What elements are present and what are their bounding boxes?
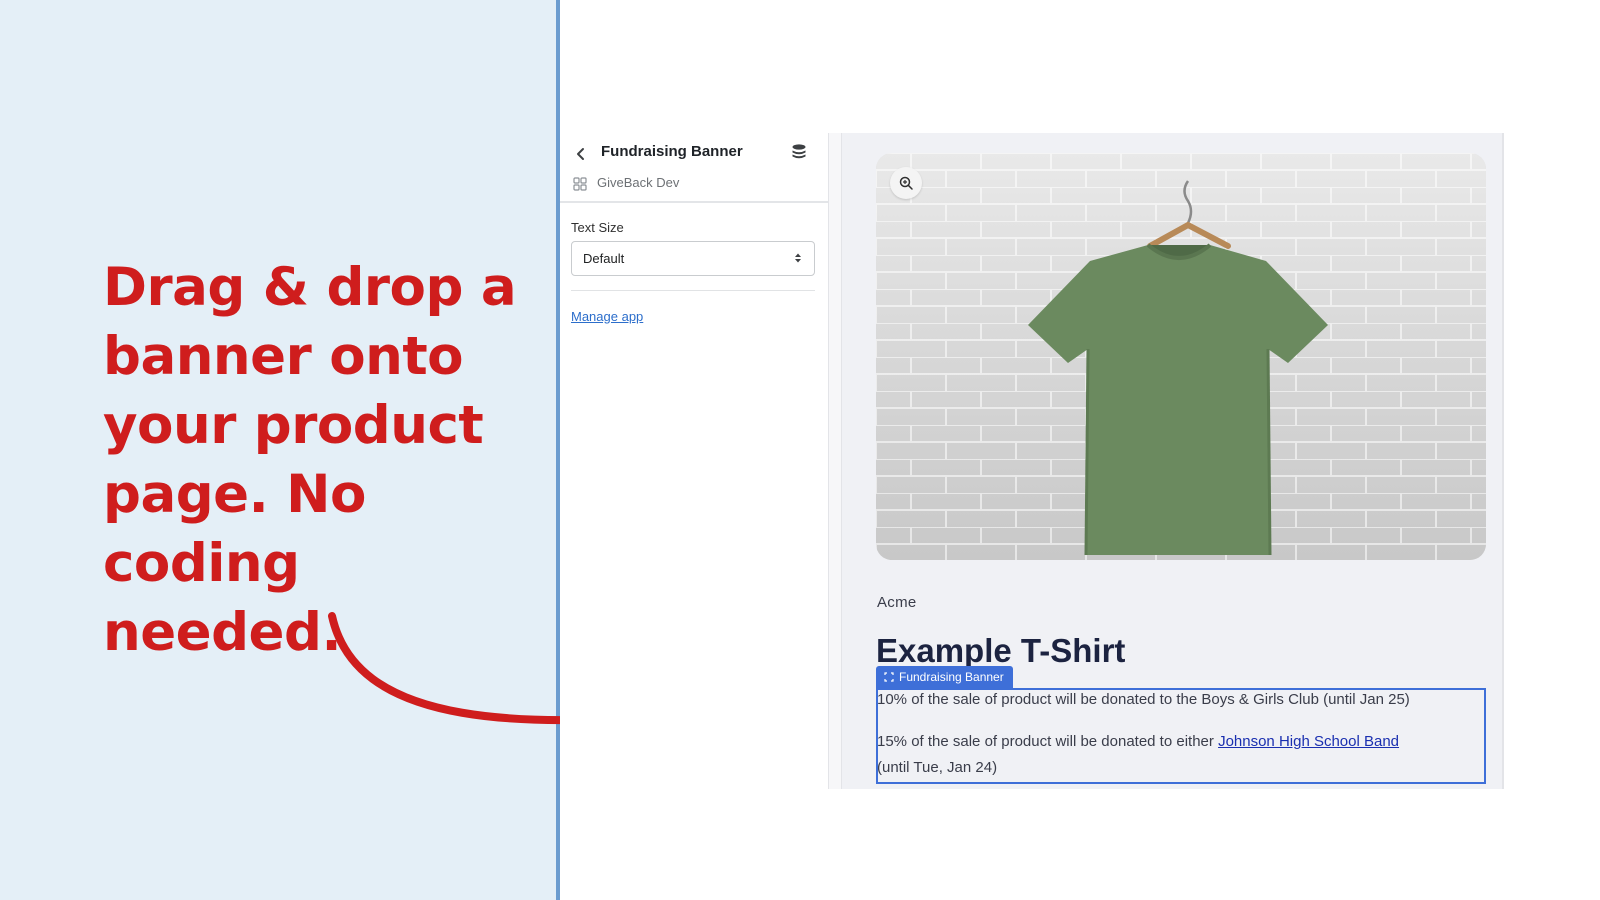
- product-title: Example T-Shirt: [876, 632, 1126, 669]
- zoom-in-icon: [899, 176, 913, 190]
- preview-right-edge: [1502, 133, 1504, 789]
- product-image[interactable]: [876, 153, 1486, 560]
- banner-tag-label: Fundraising Banner: [899, 670, 1004, 684]
- johnson-high-link[interactable]: Johnson High School Band: [1218, 733, 1399, 750]
- app-icon: [573, 177, 587, 191]
- separator: [571, 290, 815, 291]
- block-select-icon: [884, 672, 894, 682]
- back-button[interactable]: [572, 143, 590, 165]
- banner-line-1: 10% of the sale of product will be donat…: [877, 691, 1410, 708]
- zoom-button[interactable]: [890, 167, 922, 199]
- chevron-left-icon: [577, 148, 584, 160]
- block-title: Fundraising Banner: [601, 143, 743, 160]
- text-size-value: Default: [583, 251, 625, 266]
- text-size-label: Text Size: [571, 220, 624, 235]
- app-name: GiveBack Dev: [597, 175, 680, 190]
- promo-headline: Drag & drop a banner onto your product p…: [103, 257, 517, 663]
- banner-line-2: 15% of the sale of product will be donat…: [877, 733, 1399, 750]
- database-icon[interactable]: [791, 143, 807, 161]
- editor-sidebar: Fundraising Banner GiveBack Dev Text Siz…: [560, 133, 828, 789]
- product-vendor: Acme: [877, 594, 917, 611]
- manage-app-link[interactable]: Manage app: [571, 309, 643, 324]
- banner-line-2-text: 15% of the sale of product will be donat…: [877, 733, 1219, 750]
- banner-line-3: (until Tue, Jan 24): [877, 759, 998, 776]
- select-caret-icon: [795, 253, 801, 263]
- fundraising-banner-tag[interactable]: Fundraising Banner: [876, 666, 1013, 688]
- tshirt-image: [876, 153, 1486, 560]
- editor-header: Fundraising Banner GiveBack Dev: [560, 133, 828, 203]
- preview-left-strip: [828, 133, 842, 789]
- text-size-select[interactable]: Default: [571, 241, 815, 276]
